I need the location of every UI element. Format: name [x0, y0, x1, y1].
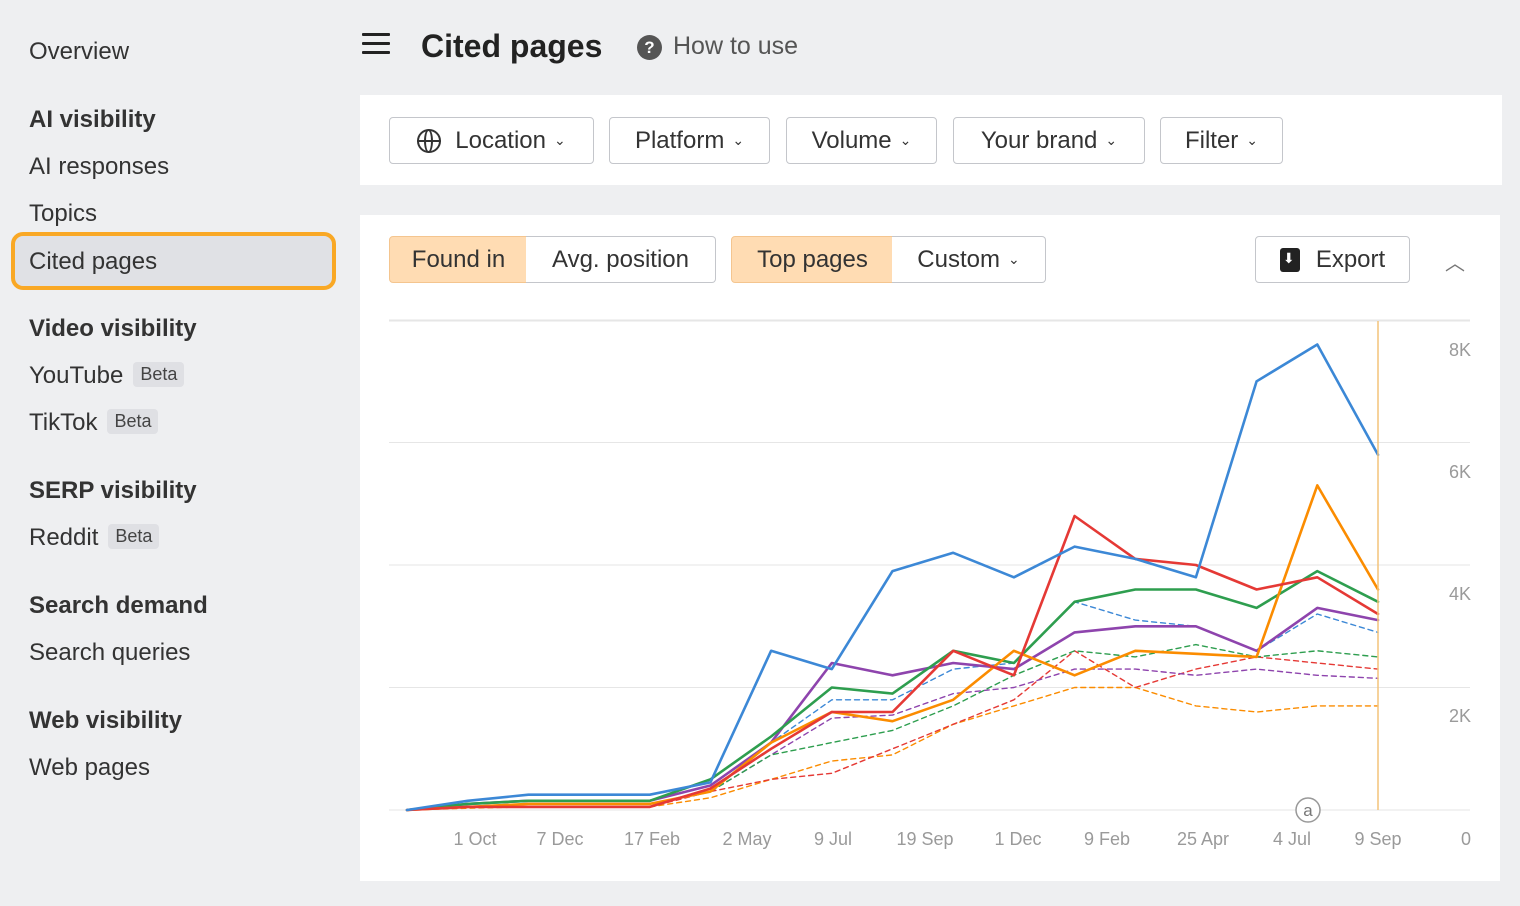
series-line-dashed — [406, 686, 1379, 811]
platform-dropdown[interactable]: Platform ⌄ — [609, 117, 770, 164]
your-brand-label: Your brand — [980, 126, 1098, 154]
sidebar-item-label: YouTube — [29, 362, 124, 389]
series-line-solid — [405, 343, 1380, 812]
filter-label: Filter — [1184, 126, 1239, 154]
chevron-down-icon: ⌄ — [899, 132, 912, 148]
x-tick-label: 9 Sep — [1354, 829, 1401, 849]
sidebar-item-reddit[interactable]: Reddit Beta — [29, 524, 160, 552]
x-tick-label: 1 Dec — [994, 829, 1041, 849]
chart-series — [405, 343, 1380, 812]
globe-icon — [417, 128, 442, 153]
y-tick-label: 0 — [1461, 829, 1471, 849]
x-tick-label: 7 Dec — [536, 829, 583, 849]
volume-dropdown[interactable]: Volume ⌄ — [786, 117, 937, 164]
volume-label: Volume — [811, 126, 892, 154]
y-axis-labels: 8K 6K 4K 2K 0 — [1449, 340, 1471, 849]
filter-bar: Location ⌄ Platform ⌄ Volume ⌄ Your bran… — [360, 95, 1502, 185]
sidebar-item-ai-responses[interactable]: AI responses — [29, 153, 169, 181]
annotation-marker-label: a — [1303, 801, 1313, 820]
line-chart: 8K 6K 4K 2K 0 1 Oct 7 Dec 17 Feb 2 May 9 Jul 19 S… — [389, 319, 1471, 849]
hamburger-menu-icon[interactable] — [362, 33, 390, 59]
sidebar: Overview AI visibility AI responses Topi… — [0, 0, 350, 906]
sidebar-item-youtube[interactable]: YouTube Beta — [29, 362, 185, 390]
x-tick-label: 19 Sep — [896, 829, 953, 849]
your-brand-dropdown[interactable]: Your brand ⌄ — [953, 117, 1145, 164]
x-tick-label: 25 Apr — [1177, 829, 1229, 849]
how-to-use-link[interactable]: How to use — [673, 32, 798, 61]
sidebar-item-label: Reddit — [29, 524, 99, 551]
x-tick-label: 4 Jul — [1273, 829, 1311, 849]
chevron-down-icon: ⌄ — [1105, 132, 1118, 148]
series-line-dashed — [406, 643, 1379, 811]
section-heading-video-visibility: Video visibility — [29, 315, 197, 342]
location-dropdown[interactable]: Location ⌄ — [389, 117, 594, 164]
sidebar-item-label: Cited pages — [29, 248, 158, 275]
x-tick-label: 9 Jul — [814, 829, 852, 849]
chevron-down-icon: ⌄ — [554, 132, 566, 148]
chevron-down-icon: ⌄ — [1246, 132, 1259, 148]
y-tick-label: 4K — [1449, 584, 1471, 604]
annotation-marker[interactable]: a — [1295, 797, 1321, 823]
help-icon[interactable]: ? — [637, 35, 662, 60]
beta-badge: Beta — [108, 524, 160, 549]
sidebar-item-label: TikTok — [29, 409, 98, 436]
beta-badge: Beta — [133, 362, 185, 387]
series-line-solid — [405, 484, 1380, 812]
chevron-down-icon: ⌄ — [732, 132, 745, 148]
filter-dropdown[interactable]: Filter ⌄ — [1160, 117, 1283, 164]
sidebar-item-topics[interactable]: Topics — [29, 200, 97, 228]
section-heading-search-demand: Search demand — [29, 592, 208, 619]
section-heading-serp-visibility: SERP visibility — [29, 477, 197, 504]
location-label: Location — [455, 126, 546, 154]
x-axis-labels: 1 Oct 7 Dec 17 Feb 2 May 9 Jul 19 Sep 1 Dec 9 F… — [453, 829, 1401, 849]
x-tick-label: 1 Oct — [453, 829, 496, 849]
series-line-solid — [405, 514, 1380, 812]
series-line-solid — [405, 569, 1380, 812]
sidebar-item-search-queries[interactable]: Search queries — [29, 639, 190, 667]
section-heading-web-visibility: Web visibility — [29, 707, 182, 734]
y-tick-label: 2K — [1449, 706, 1471, 726]
y-tick-label: 6K — [1449, 462, 1471, 482]
chart-panel: Found in Avg. position Top pages Custom … — [360, 215, 1500, 881]
series-line-dashed — [406, 668, 1379, 811]
series-line-dashed — [406, 601, 1379, 811]
x-tick-label: 2 May — [722, 829, 771, 849]
sidebar-item-tiktok[interactable]: TikTok Beta — [29, 409, 159, 437]
beta-badge: Beta — [107, 409, 159, 434]
x-tick-label: 9 Feb — [1084, 829, 1130, 849]
platform-label: Platform — [634, 126, 725, 154]
sidebar-item-web-pages[interactable]: Web pages — [29, 754, 150, 782]
y-tick-label: 8K — [1449, 340, 1471, 360]
page-title: Cited pages — [421, 28, 603, 64]
section-heading-ai-visibility: AI visibility — [29, 106, 156, 133]
sidebar-item-overview[interactable]: Overview — [29, 38, 129, 66]
sidebar-item-cited-pages[interactable]: Cited pages — [11, 232, 336, 290]
x-tick-label: 17 Feb — [624, 829, 680, 849]
